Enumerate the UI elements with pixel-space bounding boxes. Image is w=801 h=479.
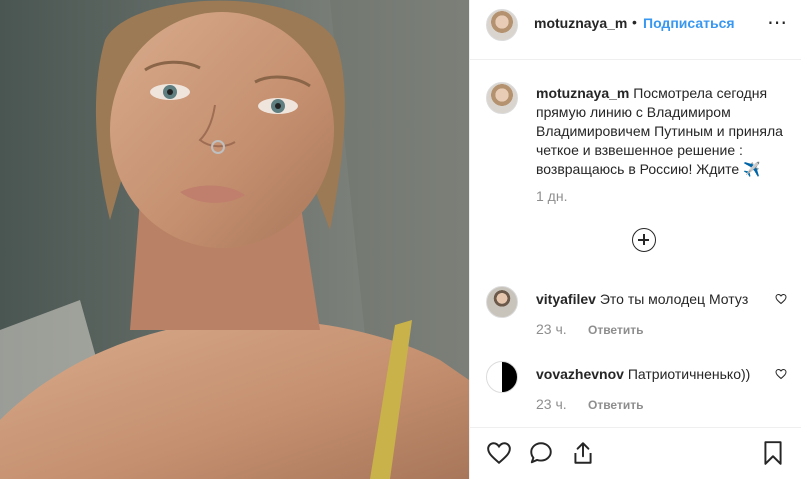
more-options-icon[interactable]: ⋯ xyxy=(767,10,787,35)
comment-icon[interactable] xyxy=(528,440,554,466)
bookmark-icon[interactable] xyxy=(760,440,786,466)
comment-text: vityafilev Это ты молодец Мотуз xyxy=(536,291,748,307)
comment-meta: 23 ч. Ответить xyxy=(536,321,643,337)
post-container: motuznaya_m • Подписаться ⋯ motuznaya_m … xyxy=(0,0,801,479)
comment-body: Патриотичненько)) xyxy=(627,366,751,382)
commenter-username[interactable]: vovazhevnov xyxy=(536,366,624,382)
comment-timestamp[interactable]: 23 ч. xyxy=(536,396,567,412)
comment-text: vovazhevnov Патриотичненько)) xyxy=(536,366,750,382)
comment-meta: 23 ч. Ответить xyxy=(536,396,643,412)
commenter-username[interactable]: vityafilev xyxy=(536,291,596,307)
heart-icon[interactable] xyxy=(775,293,787,305)
post-actions-bar xyxy=(470,427,801,479)
caption-username[interactable]: motuznaya_m xyxy=(536,85,629,101)
follow-button[interactable]: Подписаться xyxy=(643,15,735,31)
separator-dot: • xyxy=(632,14,637,30)
author-avatar[interactable] xyxy=(486,9,518,41)
author-username[interactable]: motuznaya_m xyxy=(534,15,627,31)
heart-icon[interactable] xyxy=(486,440,512,466)
selfie-illustration xyxy=(0,0,469,479)
share-icon[interactable] xyxy=(570,440,596,466)
caption-timestamp[interactable]: 1 дн. xyxy=(536,188,567,204)
reply-button[interactable]: Ответить xyxy=(588,323,643,337)
comment-timestamp[interactable]: 23 ч. xyxy=(536,321,567,337)
post-side-panel: motuznaya_m • Подписаться ⋯ motuznaya_m … xyxy=(469,0,801,479)
caption-avatar[interactable] xyxy=(486,82,518,114)
commenter-avatar[interactable] xyxy=(486,286,518,318)
plus-circle-icon[interactable] xyxy=(632,228,656,252)
post-photo[interactable] xyxy=(0,0,469,479)
reply-button[interactable]: Ответить xyxy=(588,398,643,412)
heart-icon[interactable] xyxy=(775,368,787,380)
commenter-avatar[interactable] xyxy=(486,361,518,393)
comment-body: Это ты молодец Мотуз xyxy=(599,291,749,307)
post-header: motuznaya_m • Подписаться ⋯ xyxy=(470,0,801,60)
caption-text: motuznaya_m Посмотрела сегодня прямую ли… xyxy=(536,84,786,179)
